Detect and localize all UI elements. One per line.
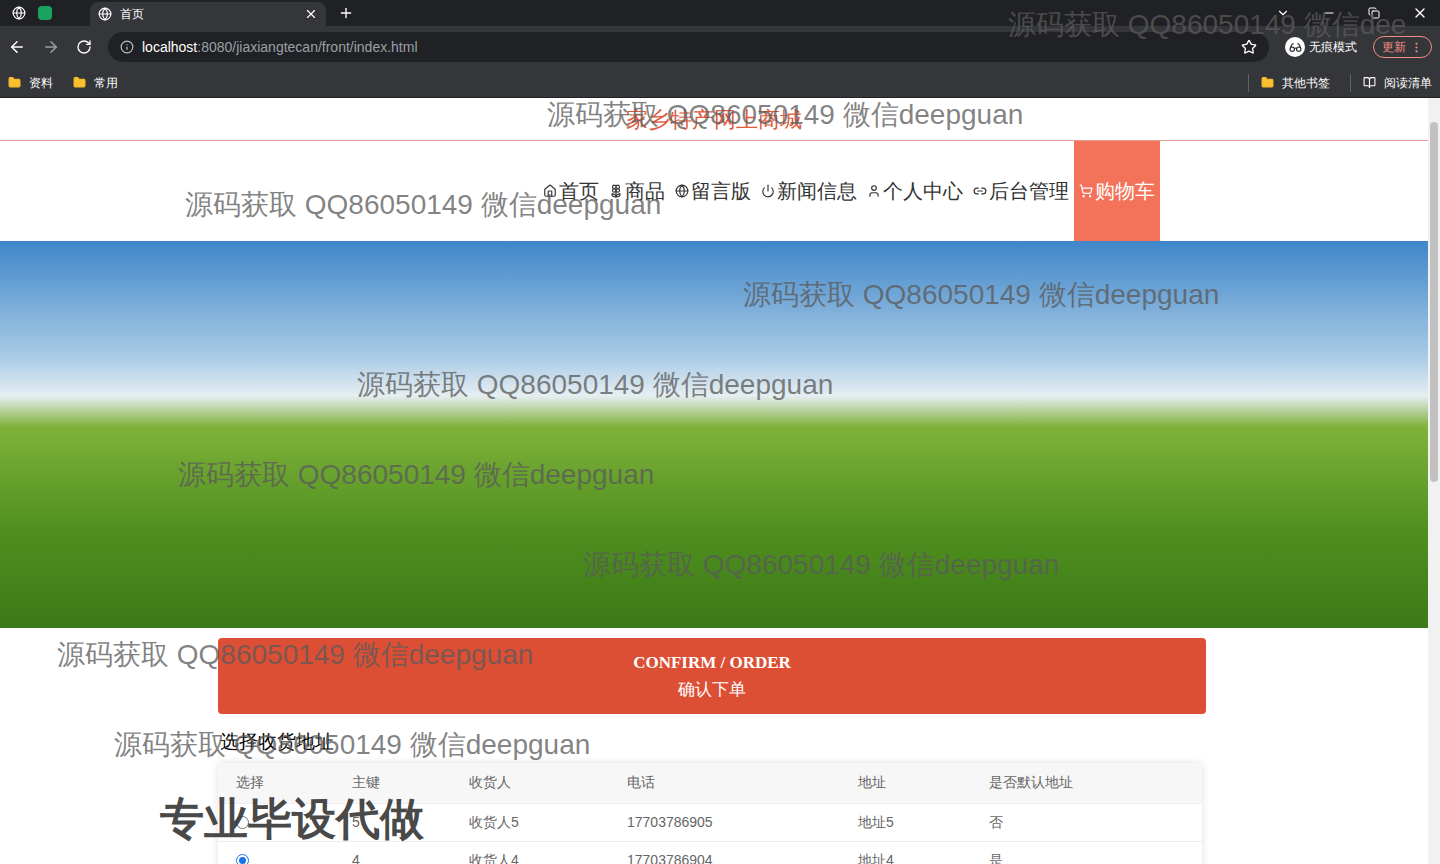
update-button[interactable]: 更新 [1373, 36, 1432, 58]
site-title: 家乡特产网上商城 [0, 98, 1428, 141]
toolbar: localhost:8080/jiaxiangtecan/front/index… [0, 26, 1440, 68]
cell-id: 5 [352, 812, 469, 833]
forward-icon[interactable] [42, 38, 60, 56]
minimize-icon[interactable] [1322, 6, 1336, 20]
close-window-icon[interactable] [1412, 5, 1428, 21]
watermark: 源码获取 QQ86050149 微信deepguan [114, 724, 590, 766]
cell-address: 地址5 [858, 812, 989, 833]
bookmark[interactable]: 资料 [8, 74, 53, 92]
screen: 首页 localhost:8080/jiaxiangtecan/front/ind… [0, 0, 1440, 864]
bookmark-star-icon[interactable] [1241, 39, 1257, 55]
browser-tab[interactable]: 首页 [90, 2, 326, 26]
folder-icon [8, 76, 21, 89]
cell-default: 是 [989, 850, 1202, 864]
radio-button[interactable] [236, 816, 249, 829]
nav-item[interactable]: 商品 [604, 141, 670, 241]
incognito-icon [1289, 41, 1302, 54]
table-header: 选择主键收货人电话地址是否默认地址 [218, 763, 1202, 803]
nav-icon [609, 184, 623, 198]
restore-icon[interactable] [1368, 7, 1380, 19]
folder-icon [1261, 76, 1274, 89]
column-header: 主键 [352, 772, 469, 793]
watermark: 源码获取 QQ86050149 微信deepguan [583, 544, 1059, 586]
tab-strip: 首页 [0, 0, 1440, 26]
watermark: 源码获取 QQ86050149 微信deepguan [547, 94, 1023, 136]
bookmarks-bar: 资料 常用 其他书签 阅读清单 [0, 68, 1440, 98]
banner-image [0, 241, 1428, 628]
cell-address: 地址4 [858, 850, 989, 864]
new-tab-icon[interactable] [338, 5, 354, 21]
tab-search-icon[interactable] [1276, 6, 1290, 20]
address-bar[interactable]: localhost:8080/jiaxiangtecan/front/index… [108, 32, 1269, 62]
watermark: 源码获取 QQ86050149 微信deepguan [57, 634, 533, 676]
page-icon [98, 7, 112, 21]
cell-phone: 17703786905 [627, 812, 858, 833]
table-row[interactable]: 5收货人517703786905地址5否 [218, 803, 1202, 841]
watermark: 源码获取 QQ86050149 微信dee [1008, 4, 1406, 46]
reading-list-icon [1363, 76, 1376, 89]
watermark: 源码获取 QQ86050149 微信deepguan [185, 184, 661, 226]
cell-id: 4 [352, 850, 469, 864]
nav-item[interactable]: 后台管理 [968, 141, 1074, 241]
nav-icon [761, 184, 775, 198]
url: localhost:8080/jiaxiangtecan/front/index… [142, 37, 1233, 58]
bookmark[interactable]: 常用 [73, 74, 118, 92]
cell-phone: 17703786904 [627, 850, 858, 864]
column-header: 选择 [236, 772, 352, 793]
column-header: 地址 [858, 772, 989, 793]
column-header: 是否默认地址 [989, 772, 1202, 793]
nav-icon [1079, 184, 1093, 198]
cell-default: 否 [989, 812, 1202, 833]
nav-icon [973, 184, 987, 198]
folder-icon [73, 76, 86, 89]
address-table: 选择主键收货人电话地址是否默认地址5收货人517703786905地址5否4收货… [218, 763, 1202, 864]
table-row[interactable]: 4收货人417703786904地址4是 [218, 841, 1202, 864]
watermark: 源码获取 QQ86050149 微信deepguan [357, 364, 833, 406]
menu-icon [1410, 41, 1423, 54]
order-banner: CONFIRM / ORDER确认下单 [218, 638, 1206, 714]
ad-watermark: 专业毕设代做 [160, 786, 424, 852]
column-header: 收货人 [469, 772, 627, 793]
globe-icon [12, 6, 26, 20]
cell-name: 收货人5 [469, 812, 627, 833]
info-icon [120, 40, 134, 54]
reload-icon[interactable] [76, 39, 92, 55]
watermark: 源码获取 QQ86050149 微信deepguan [178, 454, 654, 496]
back-icon[interactable] [8, 38, 26, 56]
nav-item[interactable]: 个人中心 [862, 141, 968, 241]
nav-item[interactable]: 购物车 [1074, 141, 1160, 241]
watermark: 源码获取 QQ86050149 微信deepguan [743, 274, 1219, 316]
radio-button[interactable] [236, 854, 249, 864]
scrollbar[interactable] [1428, 98, 1440, 864]
nav-icon [675, 184, 689, 198]
other-bookmarks[interactable]: 其他书签 [1248, 74, 1330, 92]
close-tab-icon[interactable] [304, 7, 318, 21]
incognito-badge[interactable]: 无痕模式 [1285, 37, 1357, 57]
nav-icon [867, 184, 881, 198]
nav-bar: 首页商品留言版新闻信息个人中心后台管理购物车 [0, 141, 1428, 241]
app-icon [38, 6, 52, 20]
nav-item[interactable]: 首页 [538, 141, 604, 241]
page: 家乡特产网上商城首页商品留言版新闻信息个人中心后台管理购物车 CONFIRM / … [0, 98, 1428, 864]
nav-item[interactable]: 新闻信息 [756, 141, 862, 241]
tab-title: 首页 [120, 5, 296, 23]
nav-icon [543, 184, 557, 198]
reading-list[interactable]: 阅读清单 [1350, 74, 1432, 92]
cell-name: 收货人4 [469, 850, 627, 864]
nav-item[interactable]: 留言版 [670, 141, 756, 241]
column-header: 电话 [627, 772, 858, 793]
address-title: 选择收货地址 [218, 728, 1210, 757]
